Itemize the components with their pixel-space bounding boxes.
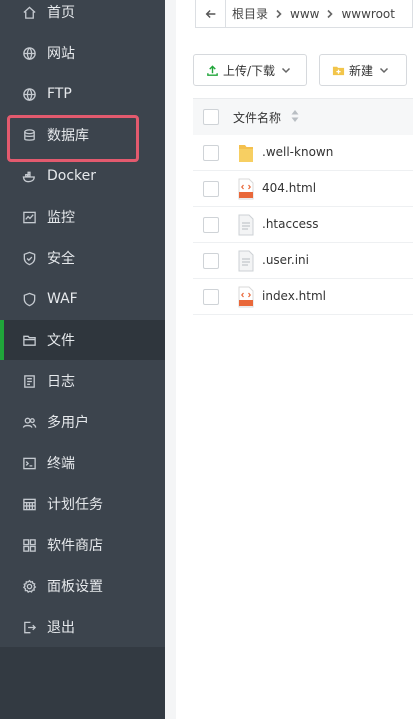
log-icon xyxy=(21,373,37,389)
breadcrumb-root[interactable]: 根目录 xyxy=(226,5,274,22)
sidebar-item-docker[interactable]: Docker xyxy=(0,156,165,196)
folder-icon xyxy=(238,142,254,164)
globe-icon xyxy=(21,45,37,61)
arrow-left-icon xyxy=(205,9,215,18)
sidebar-item-files[interactable]: 文件 xyxy=(0,320,165,360)
sidebar-item-label: 计划任务 xyxy=(47,497,103,513)
chevron-down-icon xyxy=(282,67,291,74)
new-folder-icon xyxy=(332,66,345,75)
sidebar-item-app-store[interactable]: 软件商店 xyxy=(0,525,165,565)
sidebar-item-website[interactable]: 网站 xyxy=(0,33,165,73)
file-icon xyxy=(238,250,254,272)
back-button[interactable] xyxy=(196,0,226,28)
calendar-icon xyxy=(21,496,37,512)
file-name[interactable]: index.html xyxy=(262,289,326,303)
sidebar-item-monitor[interactable]: 监控 xyxy=(0,197,165,237)
database-highlight-box xyxy=(7,115,139,162)
gear-icon xyxy=(21,578,37,594)
new-button[interactable]: 新建 xyxy=(319,54,407,86)
sidebar-item-settings[interactable]: 面板设置 xyxy=(0,566,165,606)
sidebar-item-label: WAF xyxy=(47,291,78,307)
sidebar-item-home[interactable]: 首页 xyxy=(0,0,165,32)
users-icon xyxy=(21,414,37,430)
sidebar-item-cron[interactable]: 计划任务 xyxy=(0,484,165,524)
sidebar-item-waf[interactable]: WAF xyxy=(0,279,165,319)
folder-icon xyxy=(21,332,37,348)
upload-icon xyxy=(207,64,218,76)
sidebar-item-label: 监控 xyxy=(47,210,75,226)
file-name[interactable]: .well-known xyxy=(262,145,333,159)
breadcrumb-www[interactable]: www xyxy=(284,7,325,21)
sidebar-item-label: 安全 xyxy=(47,251,75,267)
sidebar-item-users[interactable]: 多用户 xyxy=(0,402,165,442)
table-row[interactable]: .well-known xyxy=(193,135,413,171)
chevron-right-icon xyxy=(325,4,335,23)
sidebar-item-label: FTP xyxy=(47,86,72,102)
sidebar-item-label: 日志 xyxy=(47,374,75,390)
upload-download-label: 上传/下载 xyxy=(223,63,276,78)
terminal-icon xyxy=(21,455,37,471)
breadcrumb-wwwroot[interactable]: wwwroot xyxy=(335,7,401,21)
column-filename[interactable]: 文件名称 xyxy=(233,109,281,126)
sidebar-item-label: 首页 xyxy=(47,5,75,21)
table-row[interactable]: index.html xyxy=(193,279,413,315)
file-name[interactable]: .htaccess xyxy=(262,217,319,231)
sidebar-item-label: 网站 xyxy=(47,46,75,62)
waf-shield-icon xyxy=(21,291,37,307)
sidebar-item-terminal[interactable]: 终端 xyxy=(0,443,165,483)
table-row[interactable]: 404.html xyxy=(193,171,413,207)
sidebar-item-label: 终端 xyxy=(47,456,75,472)
table-header: 文件名称 xyxy=(193,98,413,136)
sidebar-item-security[interactable]: 安全 xyxy=(0,238,165,278)
html-file-icon xyxy=(238,286,254,308)
row-checkbox[interactable] xyxy=(203,253,219,269)
new-button-label: 新建 xyxy=(349,63,374,78)
logout-icon xyxy=(21,619,37,635)
row-checkbox[interactable] xyxy=(203,145,219,161)
apps-grid-icon xyxy=(21,537,37,553)
chevron-right-icon xyxy=(274,4,284,23)
active-indicator xyxy=(0,320,4,360)
sidebar-item-logs[interactable]: 日志 xyxy=(0,361,165,401)
row-checkbox[interactable] xyxy=(203,217,219,233)
file-name[interactable]: 404.html xyxy=(262,181,316,195)
ftp-globe-icon xyxy=(21,86,37,102)
sidebar-item-label: 面板设置 xyxy=(47,579,103,595)
file-name[interactable]: .user.ini xyxy=(262,253,309,267)
upload-download-button[interactable]: 上传/下载 xyxy=(193,54,307,86)
sidebar-item-ftp[interactable]: FTP xyxy=(0,74,165,114)
sort-icon[interactable] xyxy=(290,108,300,127)
shield-icon xyxy=(21,250,37,266)
row-checkbox[interactable] xyxy=(203,181,219,197)
select-all-checkbox[interactable] xyxy=(203,109,219,125)
chevron-down-icon xyxy=(379,67,389,74)
monitor-icon xyxy=(21,209,37,225)
table-row[interactable]: .user.ini xyxy=(193,243,413,279)
table-row[interactable]: .htaccess xyxy=(193,207,413,243)
breadcrumb: 根目录 www wwwroot xyxy=(195,0,413,28)
sidebar-footer xyxy=(0,647,165,719)
sidebar-item-label: 软件商店 xyxy=(47,538,103,554)
sidebar-item-label: 多用户 xyxy=(47,415,89,431)
sidebar-item-logout[interactable]: 退出 xyxy=(0,607,165,647)
sidebar-item-label: 文件 xyxy=(47,333,75,349)
sidebar-item-label: Docker xyxy=(47,168,97,184)
home-icon xyxy=(21,4,37,20)
sidebar-item-label: 退出 xyxy=(47,620,75,636)
row-checkbox[interactable] xyxy=(203,289,219,305)
docker-icon xyxy=(21,168,37,184)
file-icon xyxy=(238,214,254,236)
html-file-icon xyxy=(238,178,254,200)
